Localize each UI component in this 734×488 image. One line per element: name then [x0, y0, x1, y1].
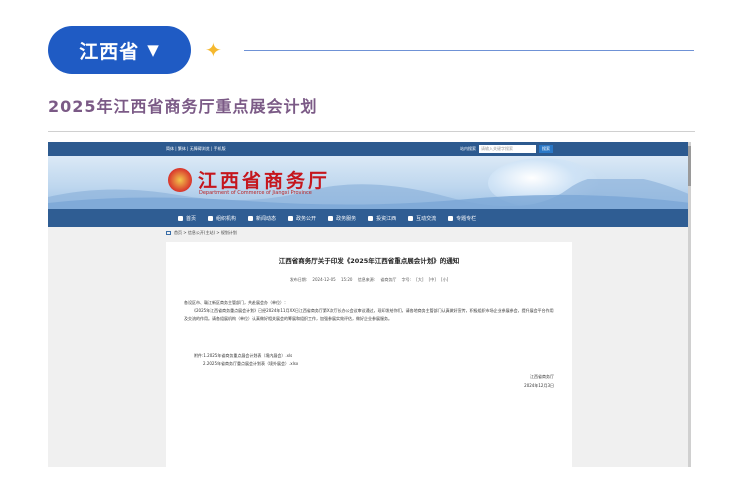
nav-topics[interactable]: 专题专栏 — [448, 215, 476, 222]
mountain-graphic — [48, 179, 691, 209]
breadcrumb: 首页 > 信息公开(主站) > 规划计划 — [48, 227, 691, 239]
site-banner: 江西省商务厅 Department of Commerce of Jiangxi… — [48, 156, 691, 209]
chevron-down-icon: ▼ — [147, 41, 160, 59]
site-title: 江西省商务厅 — [198, 170, 331, 192]
article-meta: 发布日期: 2024-12-05 15:20 信息来源: 省商务厅 字号: [大… — [289, 277, 449, 282]
province-label: 江西省 — [79, 40, 140, 63]
website-screenshot: 简体 | 繁体 | 无障碍浏览 | 手机版 站内搜索 请输入关键字搜索 搜索 江… — [48, 142, 691, 467]
divider — [244, 50, 694, 51]
topbar-links[interactable]: 简体 | 繁体 | 无障碍浏览 | 手机版 — [166, 146, 226, 152]
site-subtitle: Department of Commerce of Jiangxi Provin… — [199, 190, 312, 196]
site-topbar: 简体 | 繁体 | 无障碍浏览 | 手机版 站内搜索 请输入关键字搜索 搜索 — [48, 142, 691, 156]
search-label: 站内搜索 — [460, 146, 476, 151]
nav-home[interactable]: 首页 — [178, 215, 196, 222]
search-input[interactable]: 请输入关键字搜索 — [479, 145, 536, 153]
scrollbar-thumb[interactable] — [688, 146, 691, 186]
nav-organization[interactable]: 组织机构 — [208, 215, 236, 222]
sign-date: 2024年12月3日 — [524, 383, 554, 388]
article: 江西省商务厅关于印发《2025年江西省重点展会计划》的通知 发布日期: 2024… — [166, 242, 572, 467]
service-icon — [328, 215, 334, 221]
article-salutation: 各设区市、赣江新区商务主管部门，共赴展会办（单位）： — [184, 300, 288, 305]
nav-invest[interactable]: 投资江西 — [368, 215, 396, 222]
home-icon — [178, 215, 183, 221]
article-body: 各设区市、赣江新区商务主管部门，共赴展会办（单位）： 《2025年江西省商务重点… — [184, 299, 556, 323]
gear-icon — [448, 215, 454, 221]
article-attachments: 附件:1.2025年省商务重点展会计划表（境内展会）.xls 2.2025年省商… — [194, 352, 298, 368]
nav-news[interactable]: 新闻动态 — [248, 215, 276, 222]
national-emblem-icon — [168, 168, 192, 192]
site-search: 站内搜索 请输入关键字搜索 搜索 — [460, 145, 553, 153]
breadcrumb-text[interactable]: 首页 > 信息公开(主站) > 规划计划 — [174, 230, 237, 236]
nav-interaction[interactable]: 互动交流 — [408, 215, 436, 222]
site-nav: 首页 组织机构 新闻动态 政务公开 政务服务 投资江西 互动交流 专题专栏 — [48, 209, 691, 227]
sparkle-icon: ✦ — [205, 38, 222, 62]
monitor-icon — [288, 215, 294, 221]
news-icon — [248, 215, 254, 221]
article-title: 江西省商务厅关于印发《2025年江西省重点展会计划》的通知 — [278, 257, 460, 265]
scrollbar[interactable] — [688, 142, 691, 467]
location-icon — [166, 231, 171, 235]
nav-public-info[interactable]: 政务公开 — [288, 215, 316, 222]
building-icon — [208, 215, 214, 221]
divider — [48, 131, 695, 132]
province-selector[interactable]: 江西省 ▼ — [48, 26, 191, 74]
attachment-link[interactable]: 附件:1.2025年省商务重点展会计划表（境内展会）.xls — [194, 352, 298, 360]
handshake-icon — [368, 215, 374, 221]
signer: 江西省商务厅 — [530, 374, 554, 379]
article-signature: 江西省商务厅 2024年12月3日 — [524, 372, 554, 390]
page-title: 2025年江西省商务厅重点展会计划 — [48, 97, 318, 116]
send-icon — [408, 215, 414, 221]
article-paragraph: 《2025年江西省商务重点展会计划》已经2024年11月XX日江西省商务厅第X次… — [184, 308, 554, 321]
nav-services[interactable]: 政务服务 — [328, 215, 356, 222]
attachment-link[interactable]: 2.2025年省商务厅重点展会计划表（境外展会）.xlsx — [194, 360, 298, 368]
search-button[interactable]: 搜索 — [539, 145, 553, 153]
